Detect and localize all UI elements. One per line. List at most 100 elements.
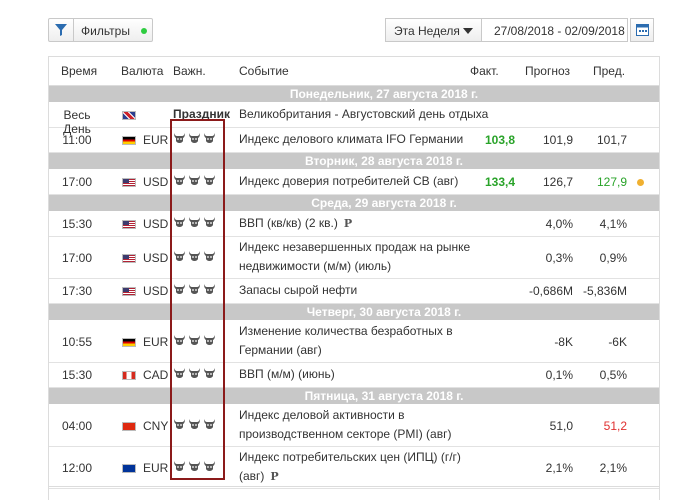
event-name[interactable]: Индекс незавершенных продаж на рынке недв…: [239, 238, 489, 276]
event-row[interactable]: 15:30 USD ВВП (кв/кв) (2 кв.) P 4,0% 4,1%: [49, 212, 659, 237]
ca-flag-icon: [122, 371, 136, 380]
event-row[interactable]: Весь День Праздник Великобритания - Август…: [49, 103, 659, 136]
event-name[interactable]: Индекс потребительских цен (ИПЦ) (г/г) (а…: [239, 448, 489, 486]
bull-icon: [203, 283, 216, 298]
bull-icon: [203, 132, 216, 147]
event-row[interactable]: 10:55 EUR Изменение количества безработных…: [49, 321, 659, 363]
event-row[interactable]: 11:00 EUR Индекс делового климата IFO Герм…: [49, 128, 659, 153]
event-currency: EUR: [143, 335, 169, 349]
event-name[interactable]: Изменение количества безработных в Герман…: [239, 322, 489, 360]
bull-icon: [188, 283, 201, 298]
revision-dot-icon: [637, 179, 644, 186]
event-actual: 133,4: [484, 175, 515, 189]
event-importance: [173, 250, 227, 265]
bull-icon: [173, 216, 186, 231]
event-previous: 0,5%: [599, 368, 627, 382]
economic-calendar-table: Время Валюта Важн. Событие Факт. Прогноз…: [48, 56, 660, 489]
preliminary-icon: P: [343, 217, 353, 230]
event-forecast: 0,3%: [545, 251, 573, 265]
event-name[interactable]: Индекс деловой активности в производствен…: [239, 406, 489, 444]
de-flag-icon: [122, 338, 136, 347]
event-row[interactable]: 15:30 CAD ВВП (м/м) (июнь) 0,1% 0,5%: [49, 363, 659, 388]
header-previous: Пред.: [593, 64, 626, 78]
bull-icon: [203, 216, 216, 231]
event-importance: [173, 174, 227, 189]
filters-button[interactable]: Фильтры: [48, 18, 153, 42]
event-previous: 4,1%: [599, 217, 627, 231]
event-row[interactable]: 12:00 EUR Индекс потребительских цен (ИПЦ)…: [49, 447, 659, 489]
header-forecast: Прогноз: [525, 64, 571, 78]
table-header: Время Валюта Важн. Событие Факт. Прогноз…: [49, 57, 659, 86]
us-flag-icon: [122, 254, 136, 263]
bull-icon: [173, 283, 186, 298]
event-previous: 127,9: [596, 175, 627, 189]
event-currency: USD: [143, 217, 169, 231]
event-row[interactable]: 04:00 CNY Индекс деловой активности в произ…: [49, 405, 659, 447]
date-range-field[interactable]: 27/08/2018 - 02/09/2018: [482, 18, 628, 42]
bull-icon: [173, 418, 186, 433]
event-name[interactable]: Великобритания - Августовский день отдых…: [239, 105, 489, 124]
event-name-line: Индекс делового климата IFO Германии: [239, 132, 464, 146]
event-row[interactable]: 17:30 USD Запасы сырой нефти -0,686M -5,836M: [49, 279, 659, 304]
bull-icon: [203, 174, 216, 189]
calendar-icon: [636, 24, 649, 36]
bull-icon: [173, 250, 186, 265]
event-name[interactable]: Индекс доверия потребителей CB (авг): [239, 172, 489, 191]
event-name[interactable]: ВВП (м/м) (июнь): [239, 365, 489, 384]
bull-icon: [188, 132, 201, 147]
event-importance: [173, 216, 227, 231]
event-currency: CNY: [143, 419, 169, 433]
event-previous: 2,1%: [599, 461, 627, 475]
bull-icon: [173, 174, 186, 189]
bull-icon: [173, 460, 186, 475]
us-flag-icon: [122, 287, 136, 296]
event-previous: 51,2: [603, 419, 627, 433]
header-importance: Важн.: [173, 64, 206, 78]
bull-icon: [188, 250, 201, 265]
day-header: Среда, 29 августа 2018 г.: [49, 195, 659, 212]
event-importance: [173, 283, 227, 298]
event-name[interactable]: Индекс делового климата IFO Германии: [239, 130, 489, 149]
calendar-button[interactable]: [630, 18, 654, 42]
event-time: 17:30: [61, 284, 93, 298]
cn-flag-icon: [122, 422, 136, 431]
event-currency: USD: [143, 175, 169, 189]
event-name-line: Индекс потребительских цен (ИПЦ) (г/г): [239, 450, 461, 464]
period-select[interactable]: Эта Неделя: [385, 18, 482, 42]
bull-icon: [203, 334, 216, 349]
toolbar: Фильтры Эта Неделя 27/08/2018 - 02/09/20…: [48, 18, 660, 44]
event-name[interactable]: Запасы сырой нефти: [239, 281, 489, 300]
event-name-line: Изменение количества безработных в: [239, 324, 453, 338]
bull-icon: [188, 216, 201, 231]
event-previous: -5,836M: [583, 284, 628, 298]
header-time: Время: [61, 64, 98, 78]
day-header: Четверг, 30 августа 2018 г.: [49, 304, 659, 321]
bull-icon: [203, 250, 216, 265]
bull-icon: [203, 367, 216, 382]
event-importance: [173, 132, 227, 147]
bull-icon: [173, 367, 186, 382]
event-currency: EUR: [143, 461, 169, 475]
event-time: 10:55: [61, 335, 93, 349]
event-name-line: Запасы сырой нефти: [239, 283, 358, 297]
day-header: Понедельник, 27 августа 2018 г.: [49, 86, 659, 103]
event-importance: [173, 367, 227, 382]
event-name-line: недвижимости (м/м) (июль): [239, 259, 392, 273]
bull-icon: [188, 460, 201, 475]
event-name-line: ВВП (кв/кв) (2 кв.): [239, 216, 338, 230]
chevron-down-icon: [463, 28, 473, 34]
event-row[interactable]: 17:00 USD Индекс доверия потребителей CB (…: [49, 170, 659, 195]
event-row[interactable]: 17:00 USD Индекс незавершенных продаж на р…: [49, 237, 659, 279]
event-previous: 0,9%: [599, 251, 627, 265]
bull-icon: [173, 334, 186, 349]
table-footer-row: [48, 486, 660, 500]
event-name-line: ВВП (м/м) (июнь): [239, 367, 335, 381]
event-previous: -6K: [608, 335, 627, 349]
eu-flag-icon: [122, 464, 136, 473]
bull-icon: [203, 460, 216, 475]
event-time: 17:00: [61, 251, 93, 265]
event-forecast: 0,1%: [545, 368, 573, 382]
filters-status-dot: [141, 28, 147, 34]
event-name[interactable]: ВВП (кв/кв) (2 кв.) P: [239, 214, 489, 233]
bull-icon: [188, 367, 201, 382]
